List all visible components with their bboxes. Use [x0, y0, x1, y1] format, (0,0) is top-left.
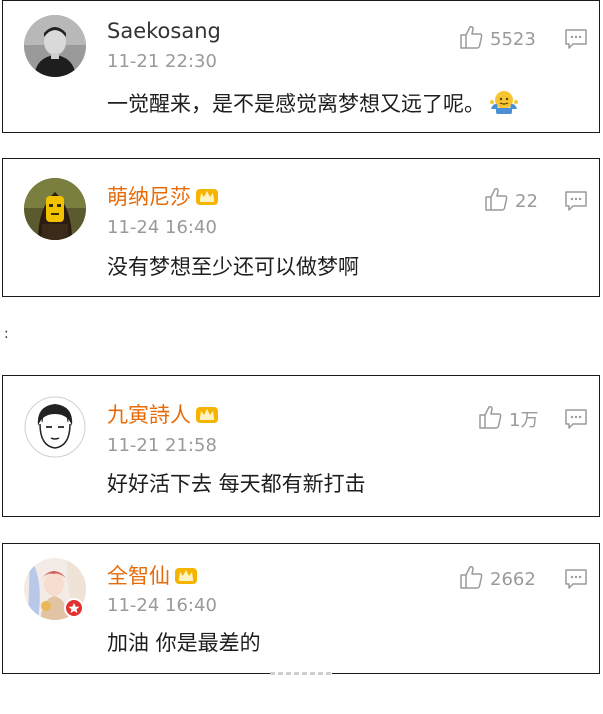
comment-text: 加油 你是最差的 — [107, 631, 261, 655]
avatar[interactable] — [24, 558, 86, 620]
username[interactable]: Saekosang — [107, 19, 221, 43]
username-text[interactable]: 全智仙 — [107, 564, 170, 588]
comment-icon[interactable] — [564, 567, 588, 591]
comment-card-1: Saekosang 11-21 22:30 一觉醒来，是不是感觉离梦想又远了呢。… — [2, 0, 600, 133]
like-button[interactable]: 22 — [483, 187, 538, 215]
username-text[interactable]: Saekosang — [107, 19, 221, 43]
shrug-emoji-icon — [489, 89, 519, 121]
timestamp: 11-24 16:40 — [107, 595, 217, 616]
comment-text: 没有梦想至少还可以做梦啊 — [107, 255, 359, 279]
avatar[interactable] — [24, 15, 86, 77]
thumbs-up-icon — [458, 24, 484, 55]
like-count: 2662 — [490, 568, 536, 590]
avatar[interactable] — [24, 396, 86, 458]
crown-icon — [194, 185, 220, 212]
crown-icon — [194, 403, 220, 430]
like-count: 22 — [515, 190, 538, 212]
thumbs-up-icon — [477, 404, 503, 435]
timestamp: 11-24 16:40 — [107, 217, 217, 238]
like-button[interactable]: 2662 — [458, 565, 536, 593]
watermark-strip — [270, 672, 332, 675]
timestamp: 11-21 22:30 — [107, 51, 217, 72]
comment-text: 一觉醒来，是不是感觉离梦想又远了呢。 — [107, 89, 519, 121]
thumbs-up-icon — [458, 564, 484, 595]
timestamp: 11-21 21:58 — [107, 435, 217, 456]
username-text[interactable]: 九寅詩人 — [107, 403, 191, 427]
comment-card-2: 萌纳尼莎 11-24 16:40 没有梦想至少还可以做梦啊 22 — [2, 158, 600, 297]
like-button[interactable]: 5523 — [458, 25, 536, 53]
comment-card-4: 全智仙 11-24 16:40 加油 你是最差的 2662 — [2, 543, 600, 674]
comment-card-3: 九寅詩人 11-21 21:58 好好活下去 每天都有新打击 1万 — [2, 375, 600, 517]
comment-text-body: 一觉醒来，是不是感觉离梦想又远了呢。 — [107, 92, 485, 116]
crown-icon — [173, 564, 199, 591]
comment-icon[interactable] — [564, 27, 588, 51]
separator-text: : — [4, 326, 9, 342]
username[interactable]: 九寅詩人 — [107, 403, 220, 430]
username-text[interactable]: 萌纳尼莎 — [107, 185, 191, 209]
thumbs-up-icon — [483, 186, 509, 217]
comment-icon[interactable] — [564, 189, 588, 213]
comment-text: 好好活下去 每天都有新打击 — [107, 472, 366, 496]
username[interactable]: 全智仙 — [107, 564, 199, 591]
avatar[interactable] — [24, 178, 86, 240]
like-button[interactable]: 1万 — [477, 405, 538, 433]
like-count: 5523 — [490, 28, 536, 50]
like-count: 1万 — [509, 410, 539, 431]
comment-icon[interactable] — [564, 407, 588, 431]
username[interactable]: 萌纳尼莎 — [107, 185, 220, 212]
